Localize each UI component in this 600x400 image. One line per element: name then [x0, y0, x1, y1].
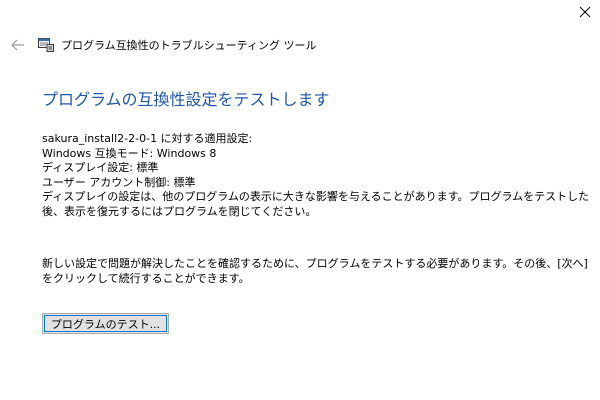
applied-for-label: sakura_install2-2-0-1 に対する適用設定:	[42, 132, 253, 145]
applied-settings: sakura_install2-2-0-1 に対する適用設定: Windows …	[42, 132, 590, 219]
header-bar: プログラム互換性のトラブルシューティング ツール	[8, 34, 317, 56]
display-warning-text: ディスプレイの設定は、他のプログラムの表示に大きな影響を与えることがあります。プ…	[42, 190, 590, 218]
compat-mode-value: Windows 互換モード: Windows 8	[42, 146, 217, 160]
troubleshooter-window: プログラム互換性のトラブルシューティング ツール プログラムの互換性設定をテスト…	[0, 0, 600, 400]
test-instruction-text: 新しい設定で問題が解決したことを確認するために、プログラムをテストする必要があり…	[42, 257, 588, 285]
test-program-button[interactable]: プログラムのテスト...	[42, 313, 169, 334]
window-title: プログラム互換性のトラブルシューティング ツール	[61, 39, 317, 52]
program-compatibility-icon	[38, 37, 54, 53]
close-icon	[579, 6, 591, 18]
close-button[interactable]	[570, 0, 600, 24]
uac-setting-value: ユーザー アカウント制御: 標準	[42, 175, 196, 189]
page-heading: プログラムの互換性設定をテストします	[42, 90, 330, 109]
test-program-button-label: プログラムのテスト...	[50, 317, 161, 331]
back-button[interactable]	[8, 35, 28, 55]
display-setting-value: ディスプレイ設定: 標準	[42, 161, 159, 174]
back-arrow-icon	[11, 39, 24, 51]
